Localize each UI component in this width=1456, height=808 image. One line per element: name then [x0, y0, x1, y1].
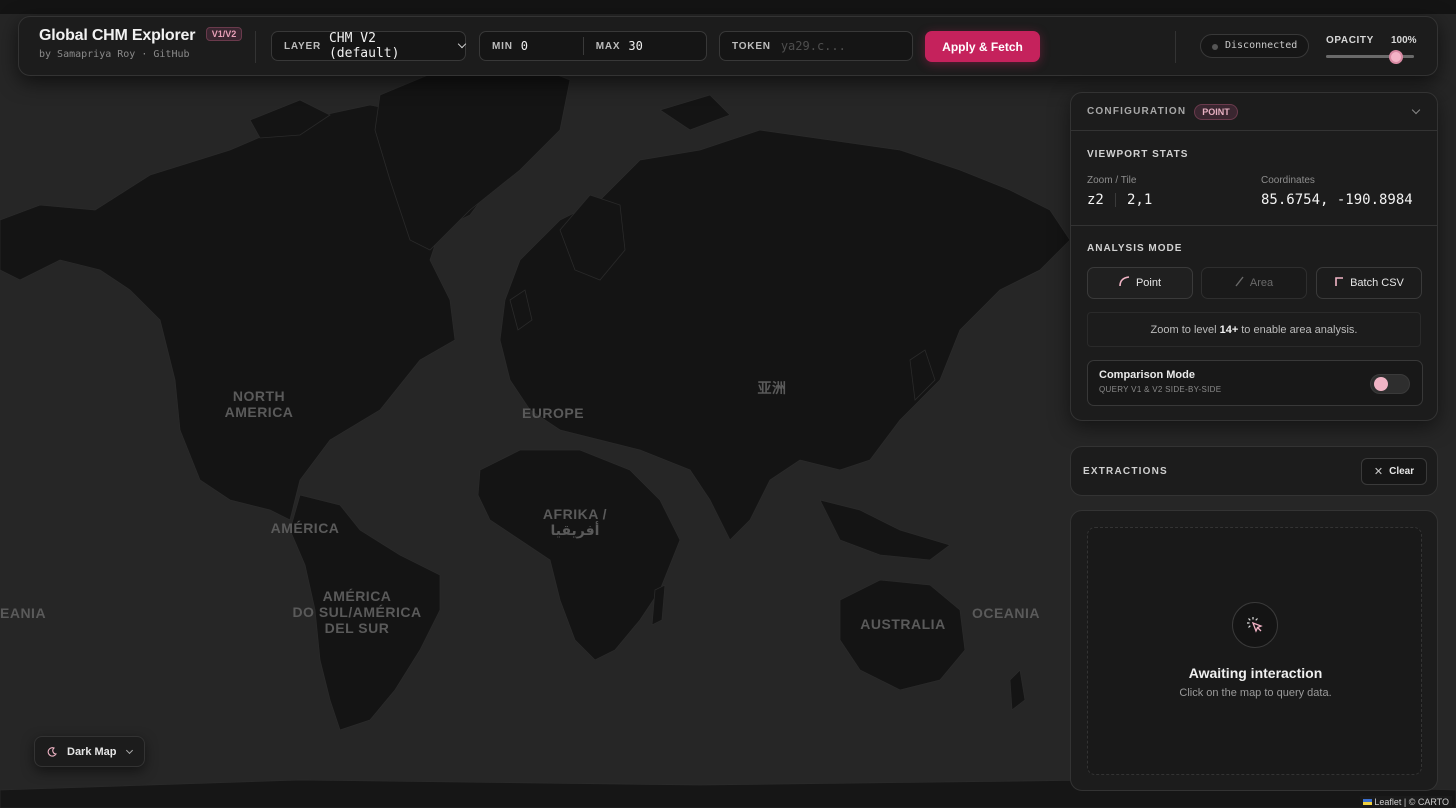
max-label: MAX: [595, 40, 621, 52]
configuration-panel: CONFIGURATION POINT VIEWPORT STATS Zoom …: [1070, 92, 1438, 421]
divider: [1071, 225, 1437, 226]
point-icon: [1119, 276, 1130, 290]
close-icon: ✕: [1373, 466, 1384, 478]
map-label-oceania-right: OCEANIA: [971, 605, 1041, 621]
layer-select[interactable]: LAYER CHM V2 (default): [271, 31, 467, 61]
mode-badge: POINT: [1194, 103, 1238, 120]
map-label-australia: AUSTRALIA: [860, 616, 946, 632]
app-subtitle[interactable]: by Samapriya Roy · GitHub: [39, 49, 242, 60]
layer-value: CHM V2 (default): [328, 31, 400, 61]
map-label-africa: AFRIKA / أفريقيا: [542, 506, 608, 538]
top-toolbar: Global CHM Explorer V1/V2 by Samapriya R…: [18, 16, 1438, 76]
clear-label: Clear: [1389, 466, 1415, 477]
hint-prefix: Zoom to level: [1150, 323, 1217, 336]
moon-icon: [47, 746, 57, 757]
comparison-mode-toggle[interactable]: [1370, 374, 1410, 394]
divider: [1175, 31, 1176, 63]
mode-batch-csv-button[interactable]: Batch CSV: [1316, 267, 1422, 299]
zoom-tile-label: Zoom / Tile: [1087, 175, 1137, 186]
comparison-mode-title: Comparison Mode: [1099, 369, 1195, 381]
coordinates-label: Coordinates: [1261, 175, 1315, 186]
zoom-value: z2: [1087, 192, 1104, 208]
basemap-label: Dark Map: [67, 745, 117, 758]
token-field[interactable]: TOKEN ya29.c...: [719, 31, 913, 61]
status-dot-icon: [1212, 44, 1218, 50]
chevron-down-icon[interactable]: [1411, 105, 1421, 115]
mode-batch-csv-label: Batch CSV: [1350, 277, 1404, 289]
comparison-mode-card: Comparison Mode QUERY V1 & V2 SIDE-BY-SI…: [1087, 360, 1423, 406]
max-input[interactable]: 30: [628, 39, 642, 53]
analysis-mode-title: ANALYSIS MODE: [1087, 243, 1183, 254]
app-title: Global CHM Explorer: [39, 27, 196, 44]
divider: [1115, 193, 1116, 207]
hint-suffix: to enable area analysis.: [1241, 323, 1358, 336]
clear-button[interactable]: ✕ Clear: [1361, 458, 1427, 485]
status-text: Disconnected: [1225, 40, 1298, 51]
map-label-asia: 亚洲: [757, 380, 787, 396]
divider: [255, 31, 256, 63]
chevron-down-icon: [125, 746, 133, 754]
mode-point-button[interactable]: Point: [1087, 267, 1193, 299]
area-analysis-hint: Zoom to level 14+ to enable area analysi…: [1087, 312, 1421, 347]
min-input[interactable]: 0: [521, 39, 583, 53]
range-inputs: MIN 0 MAX 30: [479, 31, 707, 61]
map-label-europe: EUROPE: [521, 405, 585, 421]
layer-label: LAYER: [284, 40, 321, 52]
comparison-mode-subtitle: QUERY V1 & V2 SIDE-BY-SIDE: [1099, 385, 1222, 394]
configuration-header[interactable]: CONFIGURATION POINT: [1071, 93, 1437, 131]
opacity-slider-handle[interactable]: [1389, 50, 1403, 64]
min-label: MIN: [492, 40, 513, 52]
token-input[interactable]: ya29.c...: [781, 39, 846, 53]
mode-point-label: Point: [1135, 277, 1162, 289]
basemap-selector[interactable]: Dark Map: [34, 736, 145, 767]
chevron-down-icon: [457, 39, 467, 49]
mode-area-label: Area: [1249, 277, 1274, 289]
tile-value: 2,1: [1127, 192, 1153, 208]
divider: [582, 37, 584, 55]
coordinates-value: 85.6754, -190.8984: [1261, 192, 1413, 208]
map-label-america: AMÉRICA: [270, 520, 340, 536]
opacity-value: 100%: [1391, 35, 1417, 46]
empty-state-subtitle: Click on the map to query data.: [1179, 687, 1332, 699]
brand: Global CHM Explorer V1/V2 by Samapriya R…: [39, 27, 243, 60]
cursor-click-icon: [1232, 602, 1278, 648]
map-label-north-america: NORTH AMERICA: [224, 388, 294, 420]
configuration-title: CONFIGURATION: [1087, 106, 1187, 117]
map-attribution[interactable]: Leaflet | © CARTO: [1360, 796, 1452, 808]
mode-area-button[interactable]: Area: [1201, 267, 1307, 299]
empty-state-title: Awaiting interaction: [1188, 665, 1323, 681]
empty-state: Awaiting interaction Click on the map to…: [1087, 527, 1422, 775]
viewport-stats-title: VIEWPORT STATS: [1087, 149, 1189, 160]
opacity-label: OPACITY: [1326, 35, 1374, 46]
apply-fetch-button[interactable]: Apply & Fetch: [925, 31, 1040, 62]
connection-status-badge: Disconnected: [1200, 34, 1310, 58]
hint-level: 14+: [1219, 323, 1239, 336]
map-label-south-america: AMÉRICA DO SUL/AMÉRICA DEL SUR: [292, 588, 422, 636]
token-label: TOKEN: [732, 40, 771, 52]
extractions-results-panel: Awaiting interaction Click on the map to…: [1070, 510, 1438, 791]
extractions-header: EXTRACTIONS ✕ Clear: [1070, 446, 1438, 496]
batch-csv-icon: [1334, 276, 1344, 290]
flag-icon: [1363, 799, 1373, 805]
map-label-oceania-left: EANIA: [0, 605, 47, 621]
top-strip: [0, 0, 1456, 14]
version-badge: V1/V2: [205, 27, 243, 41]
extractions-title: EXTRACTIONS: [1083, 466, 1168, 477]
toggle-knob: [1374, 377, 1388, 391]
area-icon: [1235, 276, 1244, 290]
attribution-text: Leaflet | © CARTO: [1374, 797, 1449, 807]
